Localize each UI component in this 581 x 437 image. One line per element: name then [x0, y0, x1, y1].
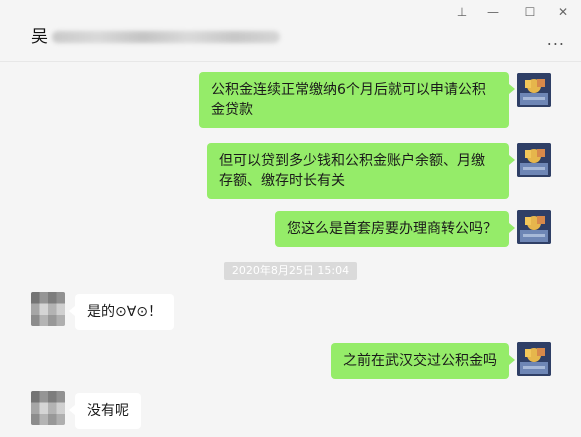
- contact-name: 吴: [31, 27, 48, 47]
- message-bubble-received[interactable]: 没有呢: [69, 393, 141, 429]
- message-bubble-sent[interactable]: 您这么是首套房要办理商转公吗？: [275, 211, 515, 247]
- chat-header: 吴 ⊥ — ☐ ✕ ...: [0, 0, 581, 62]
- message-text: 是的⊙∀⊙！: [87, 304, 163, 320]
- more-options-button[interactable]: ...: [547, 32, 565, 48]
- message-bubble-received[interactable]: 是的⊙∀⊙！: [68, 294, 175, 330]
- self-avatar[interactable]: [517, 143, 551, 177]
- minimize-button[interactable]: —: [483, 4, 503, 20]
- message-bubble-sent[interactable]: 之前在武汉交过公积金吗: [331, 343, 515, 379]
- blurred-contact-detail: [52, 31, 280, 43]
- message-text: 之前在武汉交过公积金吗: [343, 353, 497, 369]
- avatar-image: [31, 391, 65, 425]
- avatar-image: [517, 73, 551, 107]
- self-avatar[interactable]: [517, 210, 551, 244]
- message-text: 但可以贷到多少钱和公积金账户余额、月缴存额、缴存时长有关: [219, 153, 485, 189]
- message-bubble-sent[interactable]: 但可以贷到多少钱和公积金账户余额、月缴存额、缴存时长有关: [207, 143, 515, 199]
- message-text: 没有呢: [87, 403, 129, 419]
- chat-title: 吴: [31, 27, 280, 47]
- message-text: 您这么是首套房要办理商转公吗？: [287, 221, 497, 237]
- avatar-image: [31, 292, 65, 326]
- message-text: 公积金连续正常缴纳6个月后就可以申请公积金贷款: [211, 82, 486, 118]
- maximize-button[interactable]: ☐: [520, 4, 540, 20]
- self-avatar[interactable]: [517, 73, 551, 107]
- message-timestamp: 2020年8月25日 15:04: [224, 262, 357, 280]
- contact-avatar[interactable]: [31, 391, 65, 425]
- avatar-image: [517, 210, 551, 244]
- close-button[interactable]: ✕: [553, 4, 573, 20]
- self-avatar[interactable]: [517, 342, 551, 376]
- contact-avatar[interactable]: [31, 292, 65, 326]
- avatar-image: [517, 342, 551, 376]
- chat-window: 吴 ⊥ — ☐ ✕ ... 公积金连续正常缴纳6个月后就可以申请公积金贷款 但可…: [0, 0, 581, 437]
- message-bubble-sent[interactable]: 公积金连续正常缴纳6个月后就可以申请公积金贷款: [199, 72, 515, 128]
- pin-icon[interactable]: ⊥: [452, 4, 472, 20]
- avatar-image: [517, 143, 551, 177]
